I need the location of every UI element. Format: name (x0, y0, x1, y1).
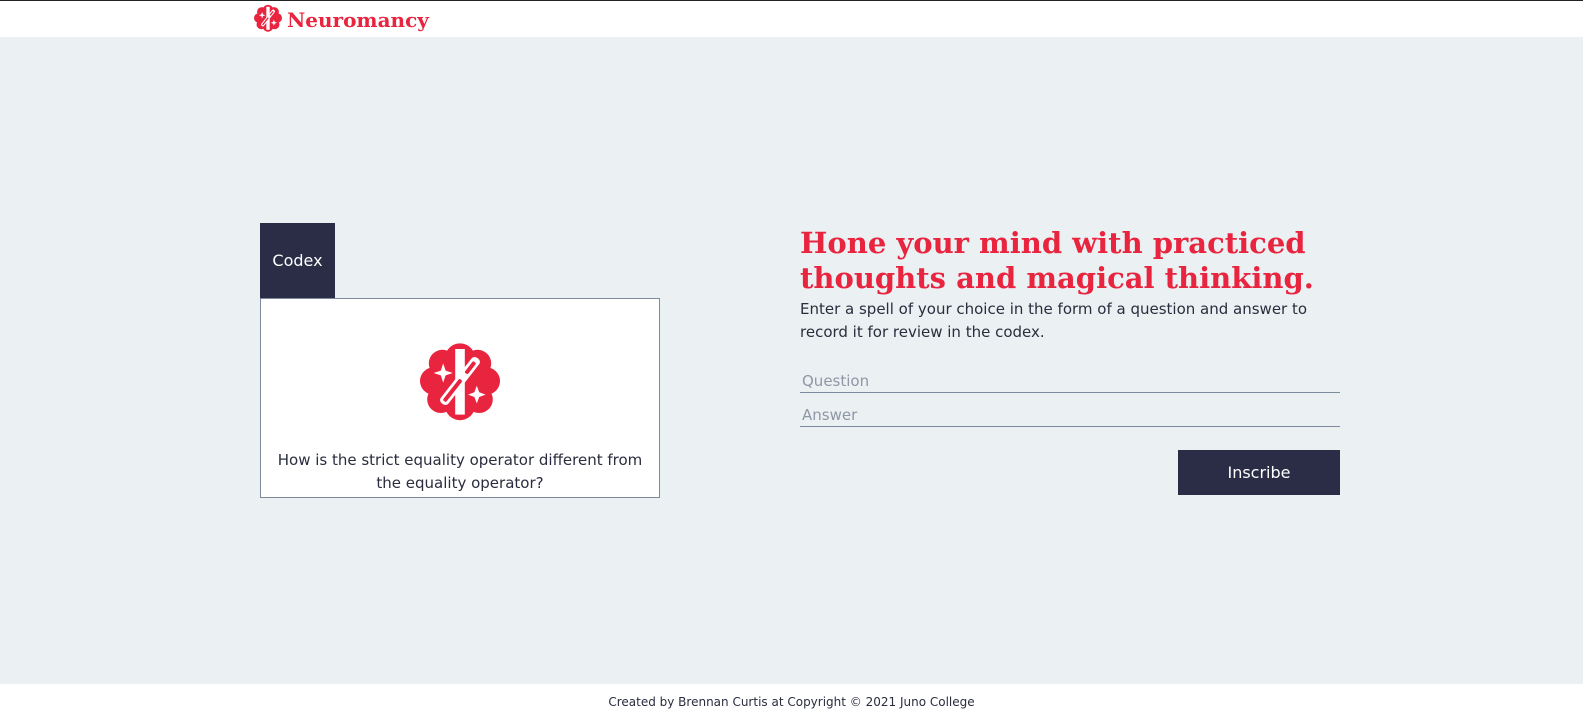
brand-name: Neuromancy (287, 8, 429, 32)
top-navbar: Neuromancy (0, 0, 1583, 37)
answer-input[interactable] (800, 403, 1340, 427)
page-headline: Hone your mind with practiced thoughts a… (800, 226, 1314, 295)
brain-wand-icon (254, 4, 282, 36)
footer-credit: Created by Brennan Curtis at Copyright ©… (608, 695, 975, 709)
form-description: Enter a spell of your choice in the form… (800, 300, 1308, 341)
brand-home-link[interactable]: Neuromancy (254, 5, 429, 35)
brain-wand-icon (416, 341, 504, 425)
question-input[interactable] (800, 369, 1340, 393)
footer: Created by Brennan Curtis at Copyright ©… (0, 684, 1583, 720)
spell-card[interactable]: How is the strict equality operator diff… (260, 298, 660, 498)
codex-tab[interactable]: Codex (260, 223, 335, 298)
inscribe-button[interactable]: Inscribe (1178, 450, 1340, 495)
card-question-text: How is the strict equality operator diff… (277, 451, 643, 492)
